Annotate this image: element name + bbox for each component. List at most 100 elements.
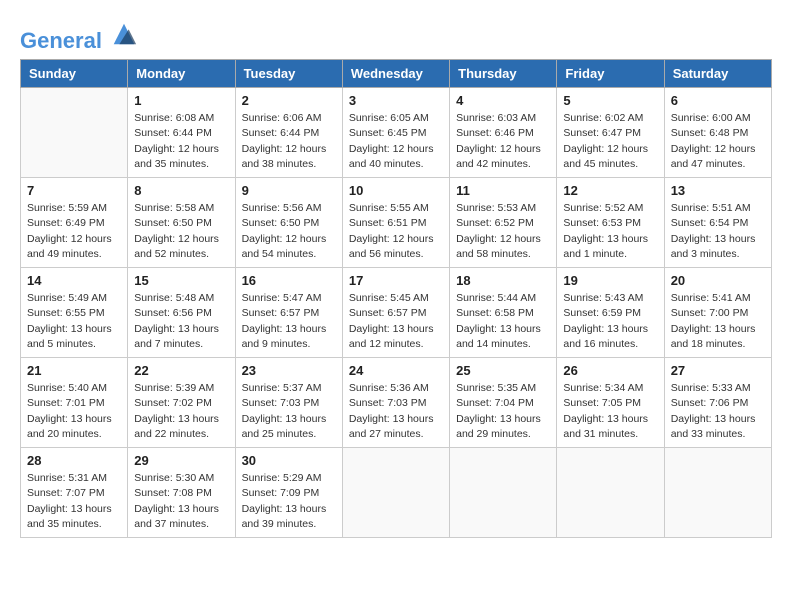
day-info: Sunrise: 5:44 AMSunset: 6:58 PMDaylight:…	[456, 291, 550, 352]
calendar-cell: 3 Sunrise: 6:05 AMSunset: 6:45 PMDaylight…	[342, 88, 449, 178]
day-number: 6	[671, 93, 765, 108]
day-number: 9	[242, 183, 336, 198]
day-info: Sunrise: 5:45 AMSunset: 6:57 PMDaylight:…	[349, 291, 443, 352]
day-info: Sunrise: 5:55 AMSunset: 6:51 PMDaylight:…	[349, 201, 443, 262]
day-info: Sunrise: 5:41 AMSunset: 7:00 PMDaylight:…	[671, 291, 765, 352]
day-info: Sunrise: 5:40 AMSunset: 7:01 PMDaylight:…	[27, 381, 121, 442]
day-info: Sunrise: 5:59 AMSunset: 6:49 PMDaylight:…	[27, 201, 121, 262]
day-info: Sunrise: 5:30 AMSunset: 7:08 PMDaylight:…	[134, 471, 228, 532]
day-number: 14	[27, 273, 121, 288]
calendar-cell: 12 Sunrise: 5:52 AMSunset: 6:53 PMDayligh…	[557, 178, 664, 268]
day-header-friday: Friday	[557, 60, 664, 88]
day-info: Sunrise: 6:02 AMSunset: 6:47 PMDaylight:…	[563, 111, 657, 172]
day-number: 23	[242, 363, 336, 378]
day-number: 13	[671, 183, 765, 198]
day-header-wednesday: Wednesday	[342, 60, 449, 88]
calendar-table: SundayMondayTuesdayWednesdayThursdayFrid…	[20, 59, 772, 538]
calendar-cell: 8Sunrise: 5:58 AMSunset: 6:50 PMDaylight…	[128, 178, 235, 268]
day-info: Sunrise: 5:47 AMSunset: 6:57 PMDaylight:…	[242, 291, 336, 352]
calendar-cell: 18 Sunrise: 5:44 AMSunset: 6:58 PMDayligh…	[450, 268, 557, 358]
calendar-cell: 15 Sunrise: 5:48 AMSunset: 6:56 PMDayligh…	[128, 268, 235, 358]
day-number: 18	[456, 273, 550, 288]
calendar-cell	[557, 448, 664, 538]
day-info: Sunrise: 5:29 AMSunset: 7:09 PMDaylight:…	[242, 471, 336, 532]
day-number: 22	[134, 363, 228, 378]
calendar-cell: 21 Sunrise: 5:40 AMSunset: 7:01 PMDayligh…	[21, 358, 128, 448]
calendar-cell: 23 Sunrise: 5:37 AMSunset: 7:03 PMDayligh…	[235, 358, 342, 448]
calendar-cell	[664, 448, 771, 538]
calendar-cell: 24Sunrise: 5:36 AMSunset: 7:03 PMDayligh…	[342, 358, 449, 448]
day-info: Sunrise: 5:34 AMSunset: 7:05 PMDaylight:…	[563, 381, 657, 442]
day-number: 21	[27, 363, 121, 378]
calendar-cell: 4Sunrise: 6:03 AMSunset: 6:46 PMDaylight…	[450, 88, 557, 178]
logo-icon	[110, 20, 138, 48]
calendar-cell: 5 Sunrise: 6:02 AMSunset: 6:47 PMDaylight…	[557, 88, 664, 178]
day-header-tuesday: Tuesday	[235, 60, 342, 88]
day-info: Sunrise: 5:49 AMSunset: 6:55 PMDaylight:…	[27, 291, 121, 352]
calendar-cell: 2Sunrise: 6:06 AMSunset: 6:44 PMDaylight…	[235, 88, 342, 178]
day-info: Sunrise: 6:00 AMSunset: 6:48 PMDaylight:…	[671, 111, 765, 172]
day-info: Sunrise: 5:52 AMSunset: 6:53 PMDaylight:…	[563, 201, 657, 262]
calendar-cell: 14 Sunrise: 5:49 AMSunset: 6:55 PMDayligh…	[21, 268, 128, 358]
day-number: 27	[671, 363, 765, 378]
day-info: Sunrise: 5:51 AMSunset: 6:54 PMDaylight:…	[671, 201, 765, 262]
calendar-cell	[450, 448, 557, 538]
day-number: 25	[456, 363, 550, 378]
calendar-cell	[21, 88, 128, 178]
day-header-saturday: Saturday	[664, 60, 771, 88]
logo-text: General	[20, 20, 138, 53]
day-number: 8	[134, 183, 228, 198]
day-info: Sunrise: 6:05 AMSunset: 6:45 PMDaylight:…	[349, 111, 443, 172]
day-info: Sunrise: 5:43 AMSunset: 6:59 PMDaylight:…	[563, 291, 657, 352]
day-info: Sunrise: 5:56 AMSunset: 6:50 PMDaylight:…	[242, 201, 336, 262]
day-number: 11	[456, 183, 550, 198]
day-info: Sunrise: 5:39 AMSunset: 7:02 PMDaylight:…	[134, 381, 228, 442]
day-number: 28	[27, 453, 121, 468]
day-number: 12	[563, 183, 657, 198]
day-number: 7	[27, 183, 121, 198]
day-info: Sunrise: 5:48 AMSunset: 6:56 PMDaylight:…	[134, 291, 228, 352]
day-number: 15	[134, 273, 228, 288]
calendar-cell: 26 Sunrise: 5:34 AMSunset: 7:05 PMDayligh…	[557, 358, 664, 448]
calendar-cell: 27 Sunrise: 5:33 AMSunset: 7:06 PMDayligh…	[664, 358, 771, 448]
logo: General	[20, 20, 138, 49]
day-number: 3	[349, 93, 443, 108]
calendar-cell: 7 Sunrise: 5:59 AMSunset: 6:49 PMDaylight…	[21, 178, 128, 268]
calendar-cell: 25 Sunrise: 5:35 AMSunset: 7:04 PMDayligh…	[450, 358, 557, 448]
day-number: 5	[563, 93, 657, 108]
calendar-cell: 17 Sunrise: 5:45 AMSunset: 6:57 PMDayligh…	[342, 268, 449, 358]
calendar-cell: 10Sunrise: 5:55 AMSunset: 6:51 PMDayligh…	[342, 178, 449, 268]
day-number: 17	[349, 273, 443, 288]
calendar-cell: 6 Sunrise: 6:00 AMSunset: 6:48 PMDaylight…	[664, 88, 771, 178]
day-info: Sunrise: 5:33 AMSunset: 7:06 PMDaylight:…	[671, 381, 765, 442]
calendar-header-row: SundayMondayTuesdayWednesdayThursdayFrid…	[21, 60, 772, 88]
week-row-1: 1 Sunrise: 6:08 AMSunset: 6:44 PMDaylight…	[21, 88, 772, 178]
day-number: 29	[134, 453, 228, 468]
logo-general: General	[20, 28, 102, 53]
day-number: 19	[563, 273, 657, 288]
day-info: Sunrise: 5:53 AMSunset: 6:52 PMDaylight:…	[456, 201, 550, 262]
calendar-cell: 1 Sunrise: 6:08 AMSunset: 6:44 PMDaylight…	[128, 88, 235, 178]
calendar-cell: 11 Sunrise: 5:53 AMSunset: 6:52 PMDayligh…	[450, 178, 557, 268]
week-row-3: 14 Sunrise: 5:49 AMSunset: 6:55 PMDayligh…	[21, 268, 772, 358]
day-number: 20	[671, 273, 765, 288]
day-info: Sunrise: 6:08 AMSunset: 6:44 PMDaylight:…	[134, 111, 228, 172]
calendar-cell: 19 Sunrise: 5:43 AMSunset: 6:59 PMDayligh…	[557, 268, 664, 358]
calendar-cell: 29 Sunrise: 5:30 AMSunset: 7:08 PMDayligh…	[128, 448, 235, 538]
day-number: 2	[242, 93, 336, 108]
day-number: 30	[242, 453, 336, 468]
day-number: 26	[563, 363, 657, 378]
day-info: Sunrise: 5:35 AMSunset: 7:04 PMDaylight:…	[456, 381, 550, 442]
day-header-sunday: Sunday	[21, 60, 128, 88]
calendar-cell: 9 Sunrise: 5:56 AMSunset: 6:50 PMDaylight…	[235, 178, 342, 268]
day-info: Sunrise: 5:37 AMSunset: 7:03 PMDaylight:…	[242, 381, 336, 442]
week-row-5: 28Sunrise: 5:31 AMSunset: 7:07 PMDayligh…	[21, 448, 772, 538]
day-number: 16	[242, 273, 336, 288]
page-header: General	[20, 20, 772, 49]
calendar-cell: 16 Sunrise: 5:47 AMSunset: 6:57 PMDayligh…	[235, 268, 342, 358]
day-header-thursday: Thursday	[450, 60, 557, 88]
day-number: 1	[134, 93, 228, 108]
day-number: 4	[456, 93, 550, 108]
calendar-cell	[342, 448, 449, 538]
calendar-cell: 22 Sunrise: 5:39 AMSunset: 7:02 PMDayligh…	[128, 358, 235, 448]
